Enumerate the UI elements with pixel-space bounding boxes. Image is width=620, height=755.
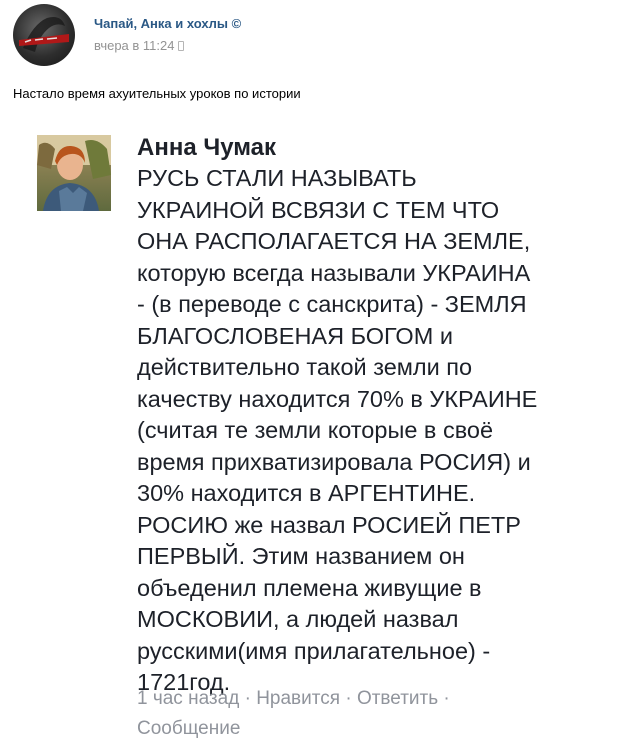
post-timestamp[interactable]: вчера в 11:24 (94, 38, 185, 53)
comment-line: которую всегда называли УКРАИНА (137, 259, 531, 286)
comment-line: МОСКОВИИ, а людей назвал (137, 606, 459, 632)
comment-line: ОНА РАСПОЛАГАЕТСЯ НА ЗЕМЛЕ, (137, 228, 531, 254)
comment-time: 1 час назад (137, 688, 240, 709)
meta-separator: · (239, 688, 257, 709)
comment-line: РОСИЮ же назвал РОСИЕЙ ПЕТР (137, 511, 521, 538)
comment-line: - (в переводе с санскрита) - ЗЕМЛЯ (137, 291, 527, 317)
comment-line: РУСЬ СТАЛИ НАЗЫВАТЬ (137, 165, 417, 191)
meta-separator: · (438, 688, 450, 709)
community-logo-icon (19, 17, 69, 52)
comment-like-link: Нравится (256, 688, 341, 709)
post-author-link[interactable]: Чапай, Анка и хохлы © (94, 16, 241, 31)
comment-line: действительно такой земли по (137, 354, 473, 380)
comment-line: качеству находится 70% в УКРАИНЕ (137, 385, 538, 412)
comment-author-avatar (37, 135, 111, 211)
person-photo-icon (37, 135, 111, 211)
comment-line: БЛАГОСЛОВЕНАЯ БОГОМ и (137, 322, 453, 349)
post-time-text: вчера в 11:24 (94, 38, 175, 53)
comment-line: УКРАИНОЙ ВСВЯЗИ С ТЕМ ЧТО (137, 196, 500, 223)
comment-line: 30% находится в АРГЕНТИНЕ. (137, 480, 476, 506)
community-avatar[interactable] (13, 4, 75, 66)
post-header: Чапай, Анка и хохлы © вчера в 11:24 (0, 0, 620, 70)
comment-line: русскими(имя прилагательное) - (137, 637, 491, 664)
comment-line: объеденил племена живущие в (137, 574, 482, 601)
post-text: Настало время ахуительных уроков по исто… (13, 86, 301, 101)
meta-separator: · (340, 688, 357, 709)
comment-body: РУСЬ СТАЛИ НАЗЫВАТЬ УКРАИНОЙ ВСВЯЗИ С ТЕ… (137, 163, 607, 699)
comment-author-name: Анна Чумак (137, 134, 277, 161)
comment-line: ПЕРВЫЙ. Этим названием он (137, 543, 465, 569)
comment-line: время прихватизировала РОСИЯ) и (137, 448, 531, 475)
comment-message-link: Сообщение (137, 718, 241, 739)
comment-line: (считая те земли которые в своё (137, 417, 494, 443)
embedded-screenshot[interactable]: Анна Чумак РУСЬ СТАЛИ НАЗЫВАТЬ УКРАИНОЙ … (0, 118, 620, 755)
mobile-device-icon (178, 41, 185, 51)
comment-meta: 1 час назад · Нравится · Ответить · Сооб… (137, 684, 450, 744)
comment-reply-link: Ответить (356, 688, 439, 709)
